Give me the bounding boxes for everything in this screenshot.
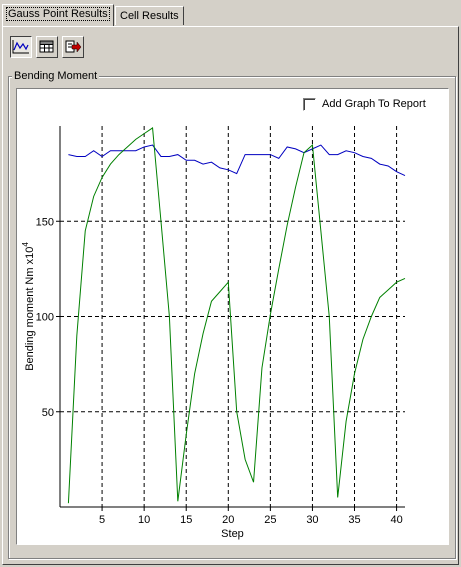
tab-label: Gauss Point Results [6,7,110,21]
x-tick-label: 40 [390,514,402,526]
bending-moment-chart: 5 10 15 20 25 30 35 40 50 100 150 Step Bending mom… [21,126,406,540]
x-axis-label: Step [221,528,244,540]
x-tick-label: 25 [264,514,276,526]
y-tick-label: 150 [36,216,54,228]
x-tick-label: 5 [99,514,105,526]
y-axis-label-exponent: 4 [21,242,30,247]
y-tick-label: 50 [42,407,54,419]
x-tick-label: 20 [222,514,234,526]
y-axis-label-text: Bending moment Nm x10 [24,247,36,371]
x-tick-label: 30 [306,514,318,526]
y-axis-label: Bending moment Nm x104 [21,242,36,371]
x-tick-label: 10 [138,514,150,526]
x-tick-label: 35 [348,514,360,526]
tab-gauss-point-results[interactable]: Gauss Point Results [2,4,114,26]
y-tick-label: 100 [36,312,54,324]
x-tick-label: 15 [180,514,192,526]
